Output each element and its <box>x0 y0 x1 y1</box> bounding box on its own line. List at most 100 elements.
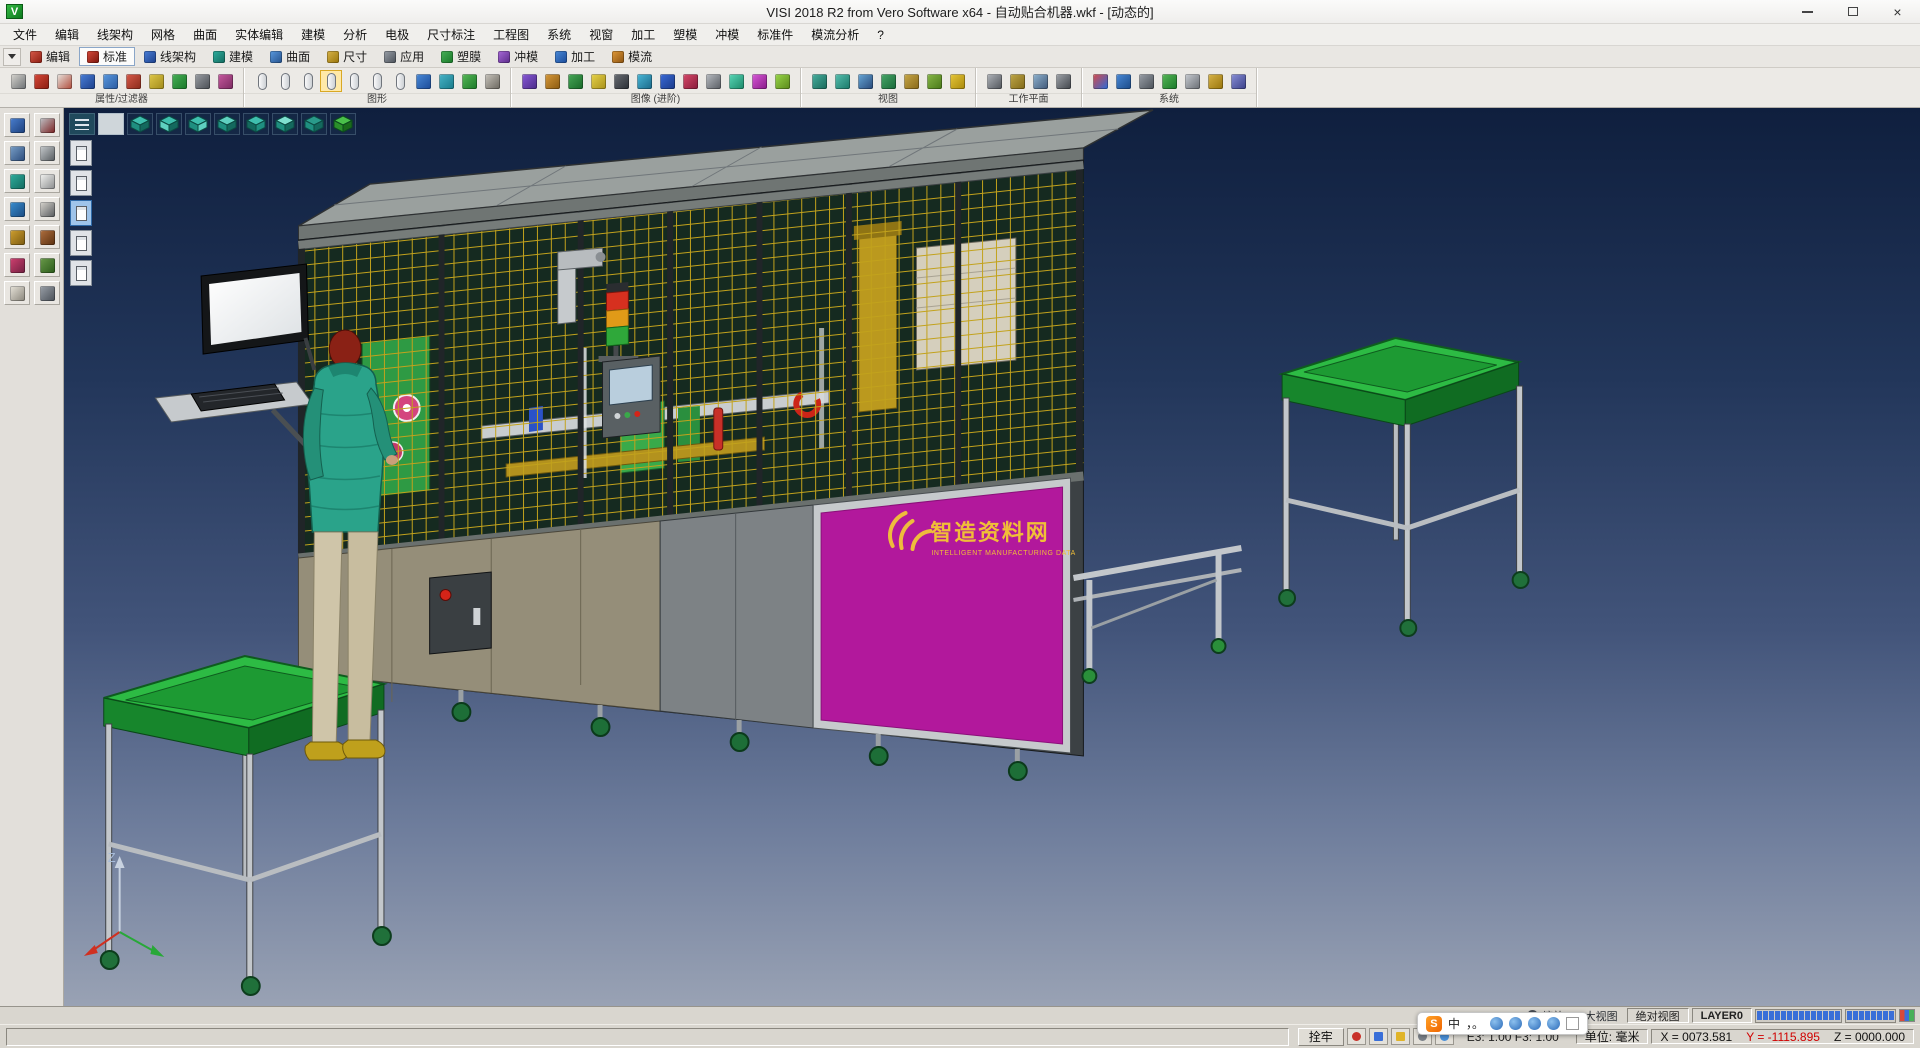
menu-edit[interactable]: 编辑 <box>46 23 88 46</box>
layer-cell[interactable]: LAYER0 <box>1692 1008 1752 1023</box>
attribute-copy-icon[interactable] <box>53 70 75 92</box>
ime-punct-label[interactable]: ，。 <box>1466 1015 1484 1032</box>
wrench-settings-icon[interactable] <box>34 281 60 305</box>
tab-dimension[interactable]: 尺寸 <box>319 47 375 66</box>
material-icon[interactable] <box>541 70 563 92</box>
hiddenline-display-icon[interactable] <box>274 70 296 92</box>
named-view-icon[interactable] <box>923 70 945 92</box>
sun-shading-icon[interactable] <box>946 70 968 92</box>
animation-icon[interactable] <box>748 70 770 92</box>
shadow-icon[interactable] <box>610 70 632 92</box>
close-button[interactable]: × <box>1875 0 1920 23</box>
tsquare-icon[interactable] <box>4 225 30 249</box>
view-cube-dimetric-icon[interactable] <box>330 113 356 135</box>
menu-mesh[interactable]: 网格 <box>142 23 184 46</box>
background-icon[interactable] <box>656 70 678 92</box>
slanted-plane-icon[interactable] <box>1227 70 1249 92</box>
ime-mode-label[interactable]: 中 <box>1448 1015 1460 1032</box>
tab-modeling[interactable]: 建模 <box>205 47 261 66</box>
calculator-icon[interactable] <box>1181 70 1203 92</box>
menu-machining[interactable]: 加工 <box>622 23 664 46</box>
trim-scissors-icon[interactable] <box>34 113 60 137</box>
menu-system[interactable]: 系统 <box>538 23 580 46</box>
layer-tag-icon[interactable] <box>145 70 167 92</box>
select-filter-icon[interactable] <box>7 70 29 92</box>
sheet-button-4[interactable] <box>70 230 92 256</box>
light-icon[interactable] <box>587 70 609 92</box>
menu-modeling[interactable]: 建模 <box>292 23 334 46</box>
snap-pin-icon[interactable] <box>1347 1028 1366 1045</box>
snapshot-icon[interactable] <box>725 70 747 92</box>
grid-display-icon[interactable] <box>435 70 457 92</box>
pin-button[interactable]: 拴牢 <box>1298 1028 1344 1046</box>
workplane-standard-icon[interactable] <box>983 70 1005 92</box>
viewport[interactable]: 智造资料网 INTELLIGENT MANUFACTURING DATA <box>64 108 1920 1006</box>
workplane-view-icon[interactable] <box>1029 70 1051 92</box>
tab-molding[interactable]: 塑膜 <box>433 47 489 66</box>
menu-wireframe[interactable]: 线架构 <box>88 23 142 46</box>
calc-pad-icon[interactable] <box>34 197 60 221</box>
tab-flow[interactable]: 模流 <box>604 47 660 66</box>
hammer-tool-icon[interactable] <box>34 225 60 249</box>
ime-emoji-icon[interactable] <box>1490 1017 1503 1030</box>
zoom-window-icon[interactable] <box>808 70 830 92</box>
color-filter-icon[interactable] <box>168 70 190 92</box>
previous-view-icon[interactable] <box>900 70 922 92</box>
globe-view-icon[interactable] <box>4 197 30 221</box>
sheet-button-2[interactable] <box>70 170 92 196</box>
filter-remove-icon[interactable] <box>122 70 144 92</box>
dashed-display-icon[interactable] <box>297 70 319 92</box>
ime-voice-icon[interactable] <box>1509 1017 1522 1030</box>
view-cube-iso-icon[interactable] <box>127 113 153 135</box>
menu-solid-edit[interactable]: 实体编辑 <box>226 23 292 46</box>
highlight-icon[interactable] <box>1391 1028 1410 1045</box>
tab-wireframe[interactable]: 线架构 <box>136 47 204 66</box>
sheet-button-3[interactable] <box>70 200 92 226</box>
zoom-select-icon[interactable] <box>4 113 30 137</box>
menu-die[interactable]: 冲模 <box>706 23 748 46</box>
maximize-button[interactable] <box>1830 0 1875 23</box>
sogou-logo-icon[interactable]: S <box>1426 1016 1442 1032</box>
sheet-button-5[interactable] <box>70 260 92 286</box>
workplane-reset-icon[interactable] <box>1052 70 1074 92</box>
view-name-cell[interactable]: 绝对视图 <box>1627 1008 1689 1023</box>
menu-standard-parts[interactable]: 标准件 <box>748 23 802 46</box>
tab-die[interactable]: 冲模 <box>490 47 546 66</box>
note-pad-icon[interactable] <box>4 281 30 305</box>
view-cube-right-icon[interactable] <box>243 113 269 135</box>
ghost-display-icon[interactable] <box>366 70 388 92</box>
ime-grid-icon[interactable] <box>1566 1017 1579 1030</box>
texture-icon[interactable] <box>564 70 586 92</box>
ime-toolbox-icon[interactable] <box>1547 1017 1560 1030</box>
tab-standard[interactable]: 标准 <box>79 47 135 66</box>
edges-display-icon[interactable] <box>389 70 411 92</box>
menu-analysis[interactable]: 分析 <box>334 23 376 46</box>
view-list-icon[interactable] <box>69 113 95 135</box>
color-palette-icon[interactable] <box>1089 70 1111 92</box>
menu-help[interactable]: ? <box>868 25 893 45</box>
tab-dropdown-button[interactable] <box>3 48 21 66</box>
3d-scene-canvas[interactable]: 智造资料网 INTELLIGENT MANUFACTURING DATA <box>64 108 1920 1006</box>
monitor-display-icon[interactable] <box>1112 70 1134 92</box>
menu-mold[interactable]: 塑模 <box>664 23 706 46</box>
menu-flow-analysis[interactable]: 模流分析 <box>802 23 868 46</box>
status-color-icon[interactable] <box>1899 1009 1915 1022</box>
view-cube-bottom-icon[interactable] <box>301 113 327 135</box>
mask-filter-icon[interactable] <box>191 70 213 92</box>
mesh-display-icon[interactable] <box>412 70 434 92</box>
stereo-view-icon[interactable] <box>771 70 793 92</box>
view-cube-top-icon[interactable] <box>272 113 298 135</box>
menu-file[interactable]: 文件 <box>4 23 46 46</box>
reflection-icon[interactable] <box>633 70 655 92</box>
paint-palette-icon[interactable] <box>4 253 30 277</box>
menu-surface[interactable]: 曲面 <box>184 23 226 46</box>
tab-edit[interactable]: 编辑 <box>22 47 78 66</box>
sheet-button-1[interactable] <box>70 140 92 166</box>
tab-machining[interactable]: 加工 <box>547 47 603 66</box>
menu-dimension[interactable]: 尺寸标注 <box>418 23 484 46</box>
rotate-view-icon[interactable] <box>877 70 899 92</box>
minimize-button[interactable] <box>1785 0 1830 23</box>
shaded-display-icon[interactable] <box>320 70 342 92</box>
uv-display-icon[interactable] <box>458 70 480 92</box>
zoom-fit-icon[interactable] <box>831 70 853 92</box>
